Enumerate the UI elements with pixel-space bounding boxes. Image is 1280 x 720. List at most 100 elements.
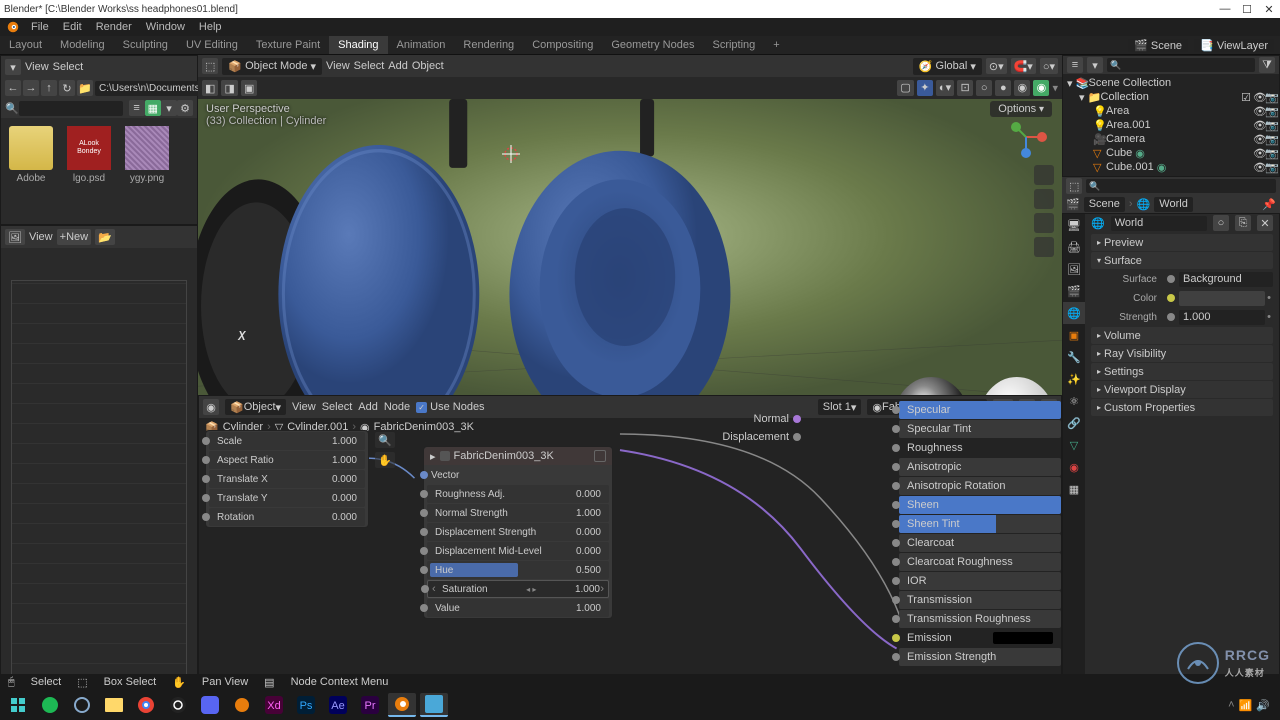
display-list-icon[interactable]: ≡	[129, 100, 145, 116]
viewport-render[interactable]: X	[198, 99, 1062, 395]
tb-blender2-icon[interactable]	[228, 693, 256, 717]
node-collapse-icon[interactable]: ▸	[430, 450, 436, 463]
start-icon[interactable]	[4, 693, 32, 717]
ptab-viewlayer-icon[interactable]: 🖼	[1063, 258, 1085, 280]
node-preview-icon[interactable]	[440, 451, 450, 461]
ptab-output-icon[interactable]: 🖨	[1063, 236, 1085, 258]
vp-object[interactable]: Object	[412, 60, 444, 72]
world-link-icon[interactable]: 🌐	[1091, 217, 1105, 230]
node-mapping[interactable]: Scale1.000 Aspect Ratio1.000 Translate X…	[205, 430, 369, 528]
options-button[interactable]: Options ▾	[990, 101, 1052, 117]
zoom-icon[interactable]	[1034, 165, 1054, 185]
ptab-scene-icon[interactable]: 🎬	[1063, 280, 1085, 302]
tb-app-icon[interactable]	[420, 693, 448, 717]
tab-anim[interactable]: Animation	[388, 36, 455, 54]
tab-add[interactable]: +	[764, 36, 788, 54]
strength-socket-icon[interactable]	[1167, 313, 1175, 321]
file-item-folder[interactable]: Adobe	[9, 126, 53, 184]
overlay-gizmo-icon[interactable]: ✦	[917, 80, 933, 96]
socket-normal[interactable]	[793, 415, 801, 423]
ne-view[interactable]: View	[292, 401, 316, 413]
item-cube001[interactable]: ▽Cube.001◉👁📷	[1067, 160, 1275, 174]
tb-explorer-icon[interactable]	[100, 693, 128, 717]
nav-newfolder-icon[interactable]: 📁	[77, 80, 93, 96]
prop-scene-dd[interactable]: Scene	[1084, 197, 1125, 212]
nav-up-icon[interactable]: ↑	[41, 80, 57, 96]
tab-script[interactable]: Scripting	[703, 36, 764, 54]
fb-select-menu[interactable]: Select	[53, 61, 84, 73]
ptab-material-icon[interactable]: ◉	[1063, 456, 1085, 478]
tab-comp[interactable]: Compositing	[523, 36, 602, 54]
outliner-search[interactable]: 🔍	[1107, 58, 1255, 72]
sel-vert-icon[interactable]: ◧	[202, 80, 218, 96]
props-search[interactable]: 🔍	[1086, 179, 1276, 193]
overlay-sel-icon[interactable]: ▢	[897, 80, 913, 96]
tray-wifi-icon[interactable]: 📶	[1239, 699, 1253, 712]
nav-back-icon[interactable]: ←	[5, 80, 21, 96]
close-icon[interactable]: ✕	[1262, 2, 1276, 16]
sort-icon[interactable]: ▾	[161, 100, 177, 116]
ptab-particle-icon[interactable]: ✨	[1063, 368, 1085, 390]
propedit-icon[interactable]: ○▾	[1040, 58, 1058, 74]
nav-fwd-icon[interactable]: →	[23, 80, 39, 96]
node-object-dd[interactable]: 📦 Object ▾	[225, 399, 286, 415]
editor-type-icon[interactable]: ⬚	[202, 58, 218, 74]
tb-discord-icon[interactable]	[196, 693, 224, 717]
zoom-graph-icon[interactable]: 🔍	[375, 432, 395, 448]
color-swatch[interactable]	[1179, 291, 1265, 306]
coll-excl-icon[interactable]: ☑	[1241, 91, 1251, 104]
tab-sculpting[interactable]: Sculpting	[114, 36, 177, 54]
vp-add[interactable]: Add	[388, 60, 408, 72]
ne-add[interactable]: Add	[358, 401, 378, 413]
world-del-icon[interactable]: ✕	[1257, 215, 1273, 231]
ptab-data-icon[interactable]: ▽	[1063, 434, 1085, 456]
overlay-over-icon[interactable]: ◐▾	[936, 80, 954, 96]
persp-toggle-icon[interactable]	[1034, 237, 1054, 257]
image-editor-icon[interactable]: 🖼	[5, 229, 25, 245]
folder-tree-icon[interactable]: ▾	[5, 59, 21, 75]
tb-xd-icon[interactable]: Xd	[260, 693, 288, 717]
node-mute-icon[interactable]	[594, 450, 606, 462]
move-view-icon[interactable]	[1034, 189, 1054, 209]
menu-window[interactable]: Window	[139, 21, 192, 33]
path-input[interactable]: C:\Users\n\Documents\	[95, 81, 206, 96]
file-item-psd[interactable]: ALookBondey lgo.psd	[67, 126, 111, 184]
sec-surface[interactable]: Surface	[1091, 252, 1273, 269]
tb-blender-icon[interactable]	[388, 693, 416, 717]
tab-render[interactable]: Rendering	[454, 36, 523, 54]
tb-cortana-icon[interactable]	[68, 693, 96, 717]
shade-dd-icon[interactable]: ▾	[1052, 82, 1058, 94]
ptab-render-icon[interactable]: 🖥	[1063, 214, 1085, 236]
tab-modeling[interactable]: Modeling	[51, 36, 114, 54]
ptab-texture-icon[interactable]: ▦	[1063, 478, 1085, 500]
display-grid-icon[interactable]: ▦	[145, 100, 161, 116]
menu-edit[interactable]: Edit	[56, 21, 89, 33]
camera-view-icon[interactable]	[1034, 213, 1054, 233]
sec-vpdisplay[interactable]: Viewport Display	[1091, 381, 1273, 398]
shade-render-icon[interactable]: ◉	[1033, 80, 1049, 96]
menu-file[interactable]: File	[24, 21, 56, 33]
tb-pr-icon[interactable]: Pr	[356, 693, 384, 717]
ptab-physics-icon[interactable]: ⚛	[1063, 390, 1085, 412]
sec-custom[interactable]: Custom Properties	[1091, 399, 1273, 416]
snap-icon[interactable]: 🧲▾	[1011, 58, 1036, 74]
sc-collection-root[interactable]: ▾📚Scene Collection	[1067, 76, 1275, 90]
maximize-icon[interactable]: ☐	[1240, 2, 1254, 16]
item-area001[interactable]: 💡Area.001👁📷	[1067, 118, 1275, 132]
pivot-icon[interactable]: ⊙▾	[986, 58, 1007, 74]
fb-view-menu[interactable]: View	[25, 61, 49, 73]
shade-wire-icon[interactable]: ○	[976, 80, 992, 96]
ie-new[interactable]: + New	[57, 229, 91, 245]
file-item-png[interactable]: ygy.png	[125, 126, 169, 184]
sec-volume[interactable]: Volume	[1091, 327, 1273, 344]
nav-refresh-icon[interactable]: ↻	[59, 80, 75, 96]
minimize-icon[interactable]: —	[1218, 2, 1232, 16]
tray-vol-icon[interactable]: 🔊	[1256, 699, 1270, 712]
ne-select[interactable]: Select	[322, 401, 353, 413]
tray-up-icon[interactable]: ˄	[1228, 699, 1234, 711]
sec-rayvis[interactable]: Ray Visibility	[1091, 345, 1273, 362]
item-cube[interactable]: ▽Cube◉👁📷	[1067, 146, 1275, 160]
prop-pin-icon[interactable]: 📌	[1262, 198, 1276, 211]
ptab-object-icon[interactable]: ▣	[1063, 324, 1085, 346]
mode-dropdown[interactable]: 📦 Object Mode ▾	[222, 58, 322, 75]
